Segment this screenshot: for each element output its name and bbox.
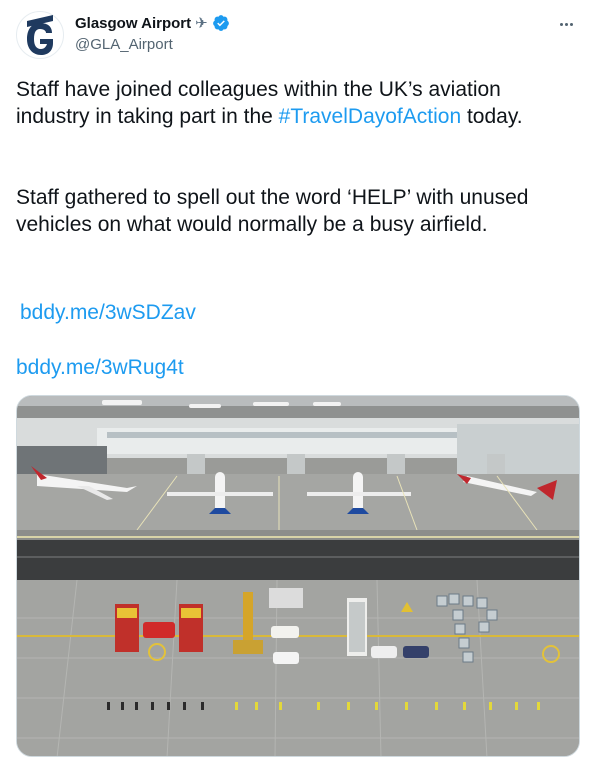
tweet-photo[interactable] <box>16 395 580 757</box>
airplane-emoji-icon: ✈ <box>195 15 208 32</box>
display-name[interactable]: Glasgow Airport <box>75 15 191 32</box>
airfield-help-photo <box>17 396 579 756</box>
tweet-link-2[interactable]: bddy.me/3wRug4t <box>16 356 184 380</box>
author-handle[interactable]: @GLA_Airport <box>75 36 173 53</box>
tweet-link-1[interactable]: bddy.me/3wSDZav <box>20 301 196 325</box>
more-options-icon[interactable] <box>555 14 577 34</box>
avatar[interactable] <box>16 11 64 59</box>
tweet: Glasgow Airport ✈ @GLA_Airport Staff hav… <box>0 0 597 773</box>
hashtag-link[interactable]: #TravelDayofAction <box>279 105 461 128</box>
glasgow-airport-logo-icon <box>27 15 53 55</box>
tweet-paragraph-2: Staff gathered to spell out the word ‘HE… <box>16 186 529 236</box>
verified-badge-icon <box>212 15 229 31</box>
author-name-row[interactable]: Glasgow Airport ✈ <box>75 14 230 32</box>
tweet-paragraph-1: Staff have joined colleagues within the … <box>16 78 523 128</box>
